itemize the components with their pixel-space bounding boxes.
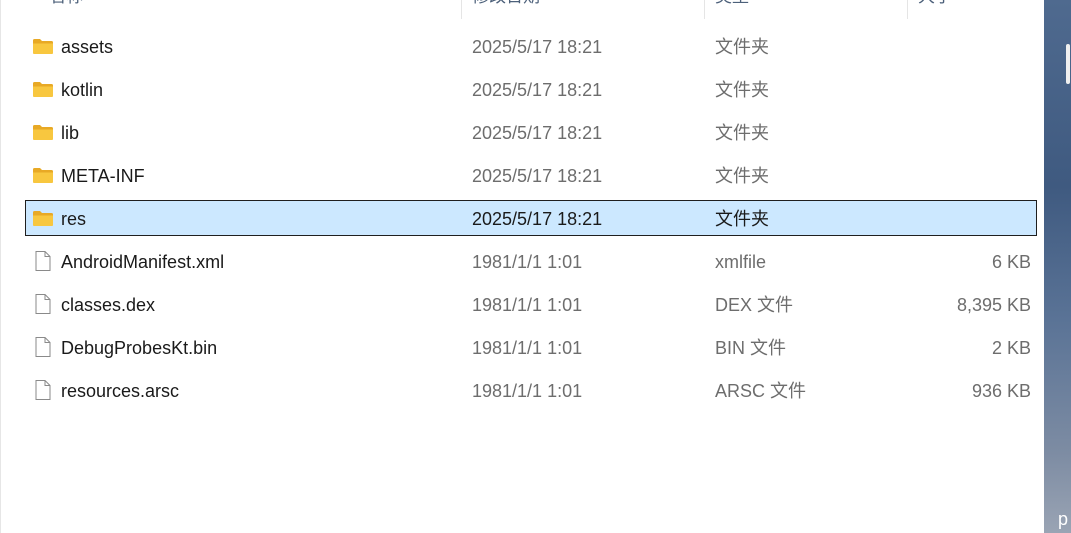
file-icon bbox=[32, 336, 54, 357]
file-icon bbox=[32, 250, 54, 271]
file-name: classes.dex bbox=[61, 295, 156, 315]
file-row[interactable]: AndroidManifest.xml 1981/1/1 1:01 xmlfile 6… bbox=[25, 243, 1037, 279]
folder-icon bbox=[32, 208, 54, 228]
file-date-modified: 2025/5/17 18:21 bbox=[472, 80, 603, 100]
pane-left-border bbox=[0, 0, 1, 533]
background-window-edge: p bbox=[1044, 0, 1071, 533]
file-name: DebugProbesKt.bin bbox=[61, 338, 218, 358]
file-name: resources.arsc bbox=[61, 381, 180, 401]
file-date-modified: 2025/5/17 18:21 bbox=[472, 209, 603, 229]
column-divider[interactable] bbox=[461, 0, 462, 19]
file-date-modified: 2025/5/17 18:21 bbox=[472, 166, 603, 186]
file-name: assets bbox=[61, 37, 114, 57]
column-header-date-modified[interactable]: 修改日期 bbox=[463, 0, 703, 19]
column-header-type[interactable]: 类型 bbox=[706, 0, 906, 19]
file-row[interactable]: resources.arsc 1981/1/1 1:01 ARSC 文件 936 KB bbox=[25, 372, 1037, 408]
file-row[interactable]: assets 2025/5/17 18:21 文件夹 bbox=[25, 28, 1037, 64]
file-date-modified: 1981/1/1 1:01 bbox=[472, 381, 583, 401]
folder-icon bbox=[32, 36, 54, 56]
file-type: 文件夹 bbox=[715, 37, 769, 57]
file-list-pane: 名称 修改日期 类型 大小 assets2025/5/17 18:21文件夹ko… bbox=[0, 0, 1044, 533]
file-type: 文件夹 bbox=[715, 209, 769, 229]
folder-icon bbox=[32, 165, 54, 185]
file-date-modified: 2025/5/17 18:21 bbox=[472, 37, 603, 57]
file-name: META-INF bbox=[61, 166, 145, 186]
column-header-row: 名称 修改日期 类型 大小 bbox=[0, 0, 1044, 19]
background-text: p bbox=[1058, 509, 1069, 529]
file-explorer-window: 名称 修改日期 类型 大小 assets2025/5/17 18:21文件夹ko… bbox=[0, 0, 1071, 533]
file-name: res bbox=[61, 209, 87, 229]
file-name: AndroidManifest.xml bbox=[61, 252, 225, 272]
file-type: ARSC 文件 bbox=[715, 381, 807, 401]
file-size: 8,395 KB bbox=[956, 295, 1031, 315]
scrollbar-thumb[interactable] bbox=[1066, 44, 1070, 84]
file-type: BIN 文件 bbox=[715, 338, 787, 358]
folder-icon bbox=[32, 122, 54, 142]
file-row[interactable]: classes.dex 1981/1/1 1:01 DEX 文件 8,395 KB bbox=[25, 286, 1037, 322]
file-row[interactable]: DebugProbesKt.bin 1981/1/1 1:01 BIN 文件 2 KB bbox=[25, 329, 1037, 365]
file-name: lib bbox=[61, 123, 80, 143]
file-type: 文件夹 bbox=[715, 80, 769, 100]
file-type: 文件夹 bbox=[715, 166, 769, 186]
file-type: 文件夹 bbox=[715, 123, 769, 143]
column-header-size[interactable]: 大小 bbox=[909, 0, 1044, 19]
file-date-modified: 1981/1/1 1:01 bbox=[472, 338, 583, 358]
file-row[interactable]: META-INF 2025/5/17 18:21 文件夹 bbox=[25, 157, 1037, 193]
column-header-name[interactable]: 名称 bbox=[40, 0, 460, 19]
file-size: 2 KB bbox=[991, 338, 1031, 358]
file-type: DEX 文件 bbox=[715, 295, 794, 315]
folder-icon bbox=[32, 79, 54, 99]
file-date-modified: 2025/5/17 18:21 bbox=[472, 123, 603, 143]
file-size: 936 KB bbox=[971, 381, 1031, 401]
file-date-modified: 1981/1/1 1:01 bbox=[472, 252, 583, 272]
file-row[interactable]: lib 2025/5/17 18:21 文件夹 bbox=[25, 114, 1037, 150]
file-date-modified: 1981/1/1 1:01 bbox=[472, 295, 583, 315]
column-divider[interactable] bbox=[704, 0, 705, 19]
file-size: 6 KB bbox=[991, 252, 1031, 272]
file-type: xmlfile bbox=[715, 252, 767, 272]
file-name: kotlin bbox=[61, 80, 104, 100]
file-row[interactable]: kotlin 2025/5/17 18:21 文件夹 bbox=[25, 71, 1037, 107]
file-icon bbox=[32, 293, 54, 314]
file-row[interactable]: res 2025/5/17 18:21 文件夹 bbox=[25, 200, 1037, 236]
column-divider[interactable] bbox=[907, 0, 908, 19]
file-icon bbox=[32, 379, 54, 400]
